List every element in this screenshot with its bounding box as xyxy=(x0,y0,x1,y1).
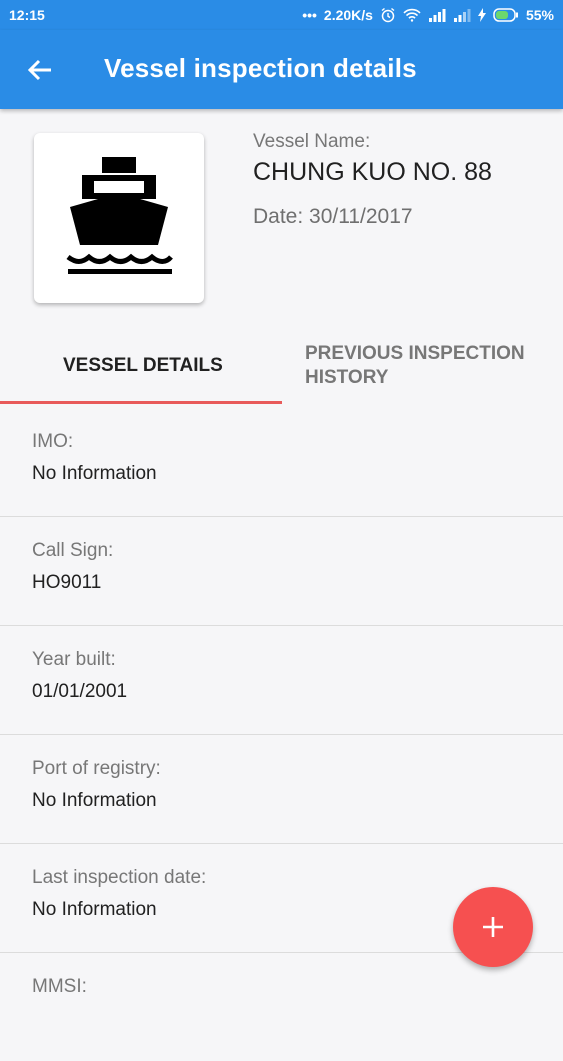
tab-vessel-details[interactable]: VESSEL DETAILS xyxy=(0,334,282,406)
detail-value: No Information xyxy=(32,463,157,484)
status-bar: 12:15 ••• 2.20K/s 55% xyxy=(0,0,563,30)
status-time: 12:15 xyxy=(9,7,45,23)
vessel-image xyxy=(34,133,204,303)
detail-row-mmsi: MMSI: xyxy=(0,953,563,1061)
detail-label: Year built: xyxy=(32,649,116,670)
app-bar: Vessel inspection details xyxy=(0,30,563,109)
detail-row-imo: IMO: No Information xyxy=(0,408,563,517)
tab-previous-inspection-history[interactable]: PREVIOUS INSPECTION HISTORY xyxy=(282,334,563,406)
vessel-name-label: Vessel Name: xyxy=(253,131,371,152)
detail-row-year-built: Year built: 01/01/2001 xyxy=(0,626,563,735)
page-title: Vessel inspection details xyxy=(104,53,417,83)
signal-icon xyxy=(428,8,446,22)
detail-value: HO9011 xyxy=(32,572,102,593)
battery-icon xyxy=(493,8,519,22)
detail-label: MMSI: xyxy=(32,976,87,997)
detail-label: Last inspection date: xyxy=(32,867,207,888)
wifi-icon xyxy=(403,8,421,22)
vessel-name: CHUNG KUO NO. 88 xyxy=(253,158,492,186)
add-inspection-button[interactable] xyxy=(453,887,533,967)
charging-icon xyxy=(477,8,486,22)
detail-value: No Information xyxy=(32,899,157,920)
detail-row-port-of-registry: Port of registry: No Information xyxy=(0,735,563,844)
tab-bar: VESSEL DETAILS PREVIOUS INSPECTION HISTO… xyxy=(0,334,563,406)
back-button[interactable] xyxy=(24,54,56,86)
detail-label: Call Sign: xyxy=(32,540,114,561)
arrow-back-icon xyxy=(27,59,51,81)
add-icon xyxy=(483,917,503,937)
battery-percent: 55% xyxy=(525,7,554,23)
alarm-icon xyxy=(380,7,396,23)
network-speed: 2.20K/s xyxy=(323,7,373,23)
tab-label: VESSEL DETAILS xyxy=(63,355,223,376)
status-dots: ••• xyxy=(302,7,317,23)
vessel-date: Date: 30/11/2017 xyxy=(253,205,413,228)
detail-value: No Information xyxy=(32,790,157,811)
detail-label: Port of registry: xyxy=(32,758,161,779)
vessel-header: Vessel Name: CHUNG KUO NO. 88 Date: 30/1… xyxy=(0,109,563,334)
tab-indicator xyxy=(0,401,282,404)
detail-row-call-sign: Call Sign: HO9011 xyxy=(0,517,563,626)
status-icons: ••• 2.20K/s 55% xyxy=(302,7,563,23)
detail-label: IMO: xyxy=(32,431,74,452)
detail-value: 01/01/2001 xyxy=(32,681,128,702)
ship-icon xyxy=(66,157,173,274)
tab-label: PREVIOUS INSPECTION HISTORY xyxy=(305,343,525,388)
signal-icon-2 xyxy=(453,8,471,22)
